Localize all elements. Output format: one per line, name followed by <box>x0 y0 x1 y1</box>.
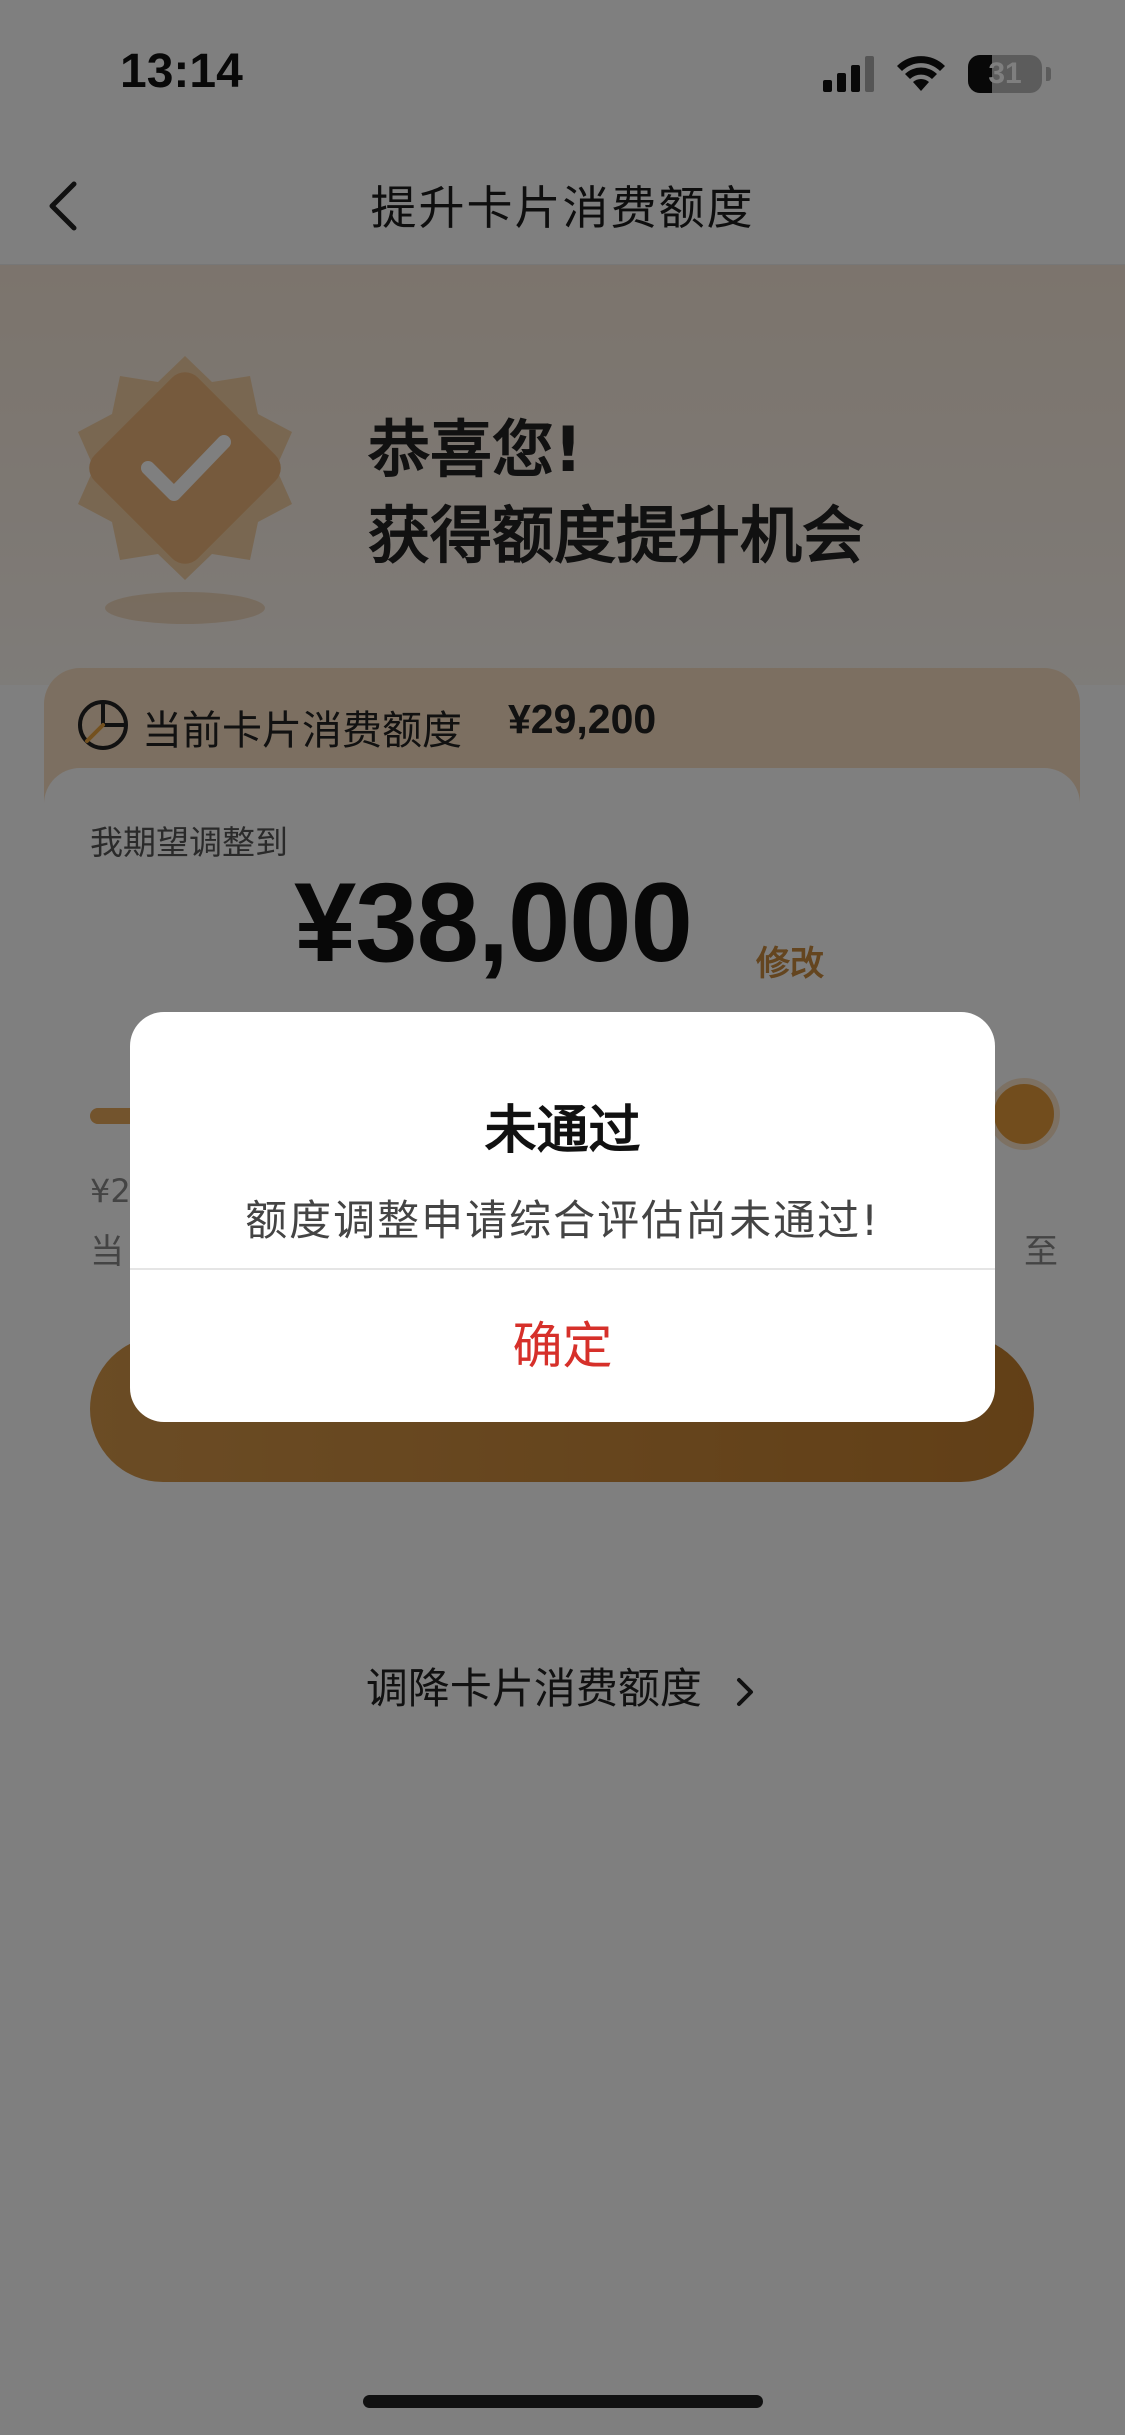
dialog-title: 未通过 <box>484 1101 641 1161</box>
home-indicator[interactable] <box>363 2395 763 2408</box>
confirm-button[interactable]: 确定 <box>130 1270 995 1422</box>
alert-dialog: 未通过 额度调整申请综合评估尚未通过! 确定 <box>130 1012 995 1422</box>
dialog-message: 额度调整申请综合评估尚未通过! <box>245 1196 880 1245</box>
